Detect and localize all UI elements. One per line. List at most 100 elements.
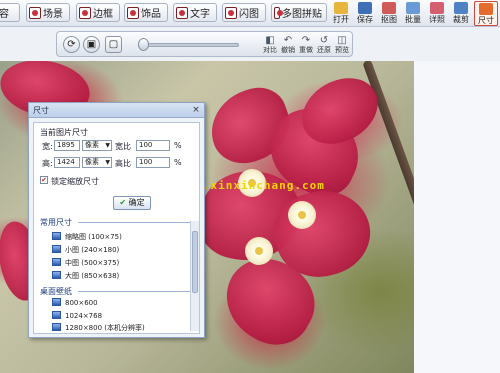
toolbar-button-border[interactable]: 边框 — [76, 3, 120, 22]
open-button[interactable]: 打开 — [329, 1, 353, 26]
view-toolbar: ⟳ ▣ ▢ ◧ 对比 ↶ 撤销 ↷ 重做 ↺ 还原 ◫ 预览 — [56, 31, 353, 57]
branch-decoration — [362, 61, 414, 213]
height-unit-value: 像素 — [85, 158, 99, 166]
toolbar-button-label: 容 — [0, 9, 9, 20]
width-unit-select[interactable]: 像素 ▼ — [82, 140, 112, 151]
close-icon[interactable]: × — [191, 105, 201, 115]
collage-icon — [274, 6, 283, 19]
height-ratio-input[interactable]: 100 — [136, 157, 170, 168]
toolbar-button-label: 文字 — [190, 9, 210, 20]
photo-icon — [430, 2, 444, 14]
width-unit-value: 像素 — [85, 141, 99, 149]
crop-label: 裁剪 — [453, 15, 469, 24]
divider — [78, 222, 190, 223]
cutout-label: 抠图 — [381, 15, 397, 24]
list-scrollbar[interactable] — [190, 221, 199, 331]
save-label: 保存 — [357, 15, 373, 24]
dialog-body: 当前图片尺寸 宽: 1895 像素 ▼ 宽比 100 % 高: 1424 像素 … — [33, 122, 200, 334]
toolbar-button-flash[interactable]: 闪图 — [222, 3, 266, 22]
compare-icon: ◧ — [265, 35, 275, 46]
undo-button[interactable]: ↶ 撤销 — [279, 35, 297, 56]
app-window: 容 场景 边框 饰品 文字 闪图 多图拼贴 打开 保存 抠图 批量 详照 裁剪 … — [0, 0, 500, 373]
toolbar-button-label: 多图拼贴 — [282, 9, 322, 20]
monitor-icon — [52, 323, 61, 331]
lock-ratio-checkbox[interactable]: ✔ — [40, 176, 48, 184]
compare-button[interactable]: ◧ 对比 — [261, 35, 279, 56]
main-toolbar: 容 场景 边框 饰品 文字 闪图 多图拼贴 打开 保存 抠图 批量 详照 裁剪 … — [0, 0, 500, 27]
preview-button[interactable]: ◫ 预览 — [333, 35, 351, 56]
cutout-button[interactable]: 抠图 — [377, 1, 401, 26]
photo-label: 详照 — [429, 15, 445, 24]
list-item[interactable]: 1024×768 — [52, 311, 102, 322]
chevron-down-icon: ▼ — [105, 142, 110, 149]
zoom-slider[interactable] — [143, 43, 239, 47]
toolbar-button-collage[interactable]: 多图拼贴 — [271, 3, 327, 22]
monitor-icon — [52, 271, 61, 279]
photo-button[interactable]: 详照 — [425, 1, 449, 26]
redo-button[interactable]: ↷ 重做 — [297, 35, 315, 56]
width-ratio-input[interactable]: 100 — [136, 140, 170, 151]
cutout-icon — [382, 2, 396, 14]
common-sizes-heading: 常用尺寸 — [40, 217, 190, 228]
list-item[interactable]: 小图 (240×180) — [52, 245, 119, 256]
toolbar-button-label: 闪图 — [239, 9, 259, 20]
height-unit-select[interactable]: 像素 ▼ — [82, 157, 112, 168]
save-icon — [358, 2, 372, 14]
size-dialog: 尺寸 × 当前图片尺寸 宽: 1895 像素 ▼ 宽比 100 % 高: 142… — [28, 102, 205, 338]
actual-size-icon[interactable]: ▢ — [105, 36, 122, 53]
height-percent: % — [174, 158, 182, 167]
ornament-icon — [127, 6, 139, 19]
dialog-titlebar: 尺寸 × — [29, 103, 204, 118]
width-input[interactable]: 1895 — [54, 140, 80, 151]
width-percent: % — [174, 141, 182, 150]
toolbar-button-scene[interactable]: 场景 — [26, 3, 70, 22]
redo-label: 重做 — [299, 46, 313, 54]
list-item-label: 1280×800 (本机分辨率) — [65, 324, 145, 332]
toolbar-button-ornament[interactable]: 饰品 — [124, 3, 168, 22]
list-item[interactable]: 中图 (500×375) — [52, 258, 119, 269]
toolbar-button-label: 场景 — [43, 9, 63, 20]
fit-screen-icon[interactable]: ▣ — [83, 36, 100, 53]
restore-icon: ↺ — [319, 35, 329, 46]
flower-center — [245, 237, 273, 265]
batch-button[interactable]: 批量 — [401, 1, 425, 26]
rotate-icon[interactable]: ⟳ — [63, 36, 80, 53]
restore-button[interactable]: ↺ 还原 — [315, 35, 333, 56]
undo-icon: ↶ — [283, 35, 293, 46]
height-ratio-label: 高比 — [115, 159, 131, 168]
batch-label: 批量 — [405, 15, 421, 24]
width-label: 宽: — [42, 142, 53, 151]
list-item-label: 缩略图 (100×75) — [65, 233, 122, 241]
ok-button[interactable]: ✔ 确定 — [113, 196, 151, 210]
monitor-icon — [52, 311, 61, 319]
list-item[interactable]: 1280×800 (本机分辨率) — [52, 323, 145, 334]
resize-icon — [479, 3, 493, 15]
right-side-panel — [414, 61, 500, 373]
zoom-slider-handle[interactable] — [138, 38, 149, 51]
chevron-down-icon: ▼ — [105, 159, 110, 166]
ok-label: 确定 — [128, 198, 145, 207]
resize-button[interactable]: 尺寸 — [474, 1, 498, 26]
redo-icon: ↷ — [301, 35, 311, 46]
lock-ratio-label: 锁定缩放尺寸 — [51, 177, 99, 186]
list-item[interactable]: 800×600 — [52, 298, 98, 309]
border-icon — [79, 6, 91, 19]
toolbar-button-text[interactable]: 文字 — [173, 3, 217, 22]
monitor-icon — [52, 245, 61, 253]
toolbar-button-beauty[interactable]: 容 — [0, 3, 20, 22]
resize-label: 尺寸 — [478, 16, 494, 25]
list-item-label: 大图 (850×638) — [65, 272, 120, 280]
list-item-label: 中图 (500×375) — [65, 259, 120, 267]
scrollbar-thumb[interactable] — [192, 231, 198, 293]
height-input[interactable]: 1424 — [54, 157, 80, 168]
list-item[interactable]: 大图 (850×638) — [52, 271, 119, 282]
scene-icon — [29, 6, 41, 19]
preview-icon: ◫ — [337, 35, 347, 46]
dialog-title: 尺寸 — [33, 106, 49, 115]
current-size-label: 当前图片尺寸 — [40, 128, 88, 137]
list-item[interactable]: 缩略图 (100×75) — [52, 232, 122, 243]
crop-button[interactable]: 裁剪 — [449, 1, 473, 26]
check-icon: ✔ — [119, 198, 127, 207]
save-button[interactable]: 保存 — [353, 1, 377, 26]
list-item-label: 小图 (240×180) — [65, 246, 120, 254]
